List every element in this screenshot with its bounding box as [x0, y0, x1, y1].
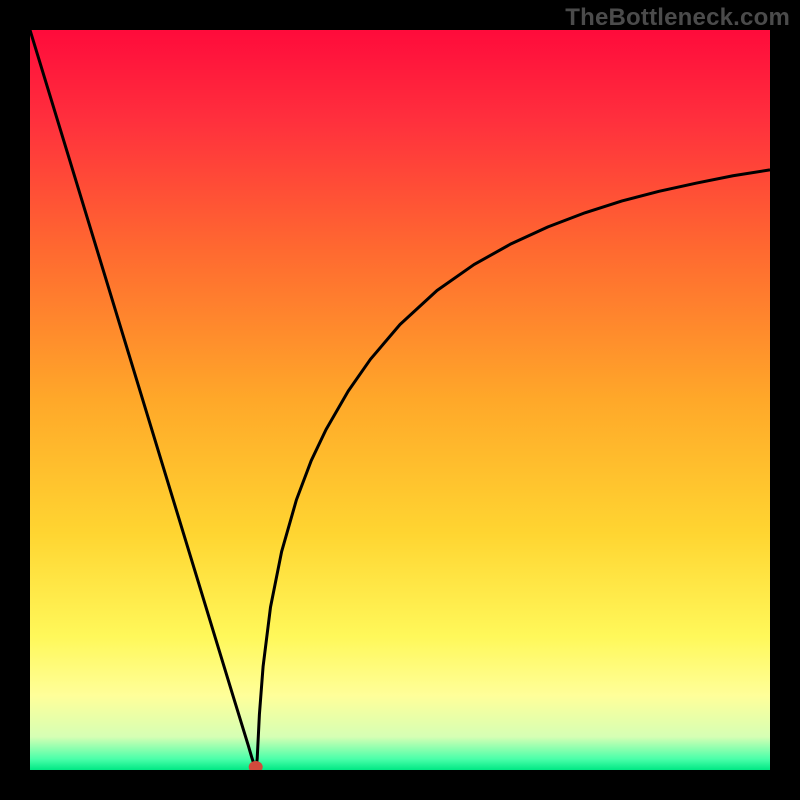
plot-background	[30, 30, 770, 770]
chart-frame: TheBottleneck.com	[0, 0, 800, 800]
watermark-text: TheBottleneck.com	[565, 4, 790, 32]
bottleneck-chart	[30, 30, 770, 770]
